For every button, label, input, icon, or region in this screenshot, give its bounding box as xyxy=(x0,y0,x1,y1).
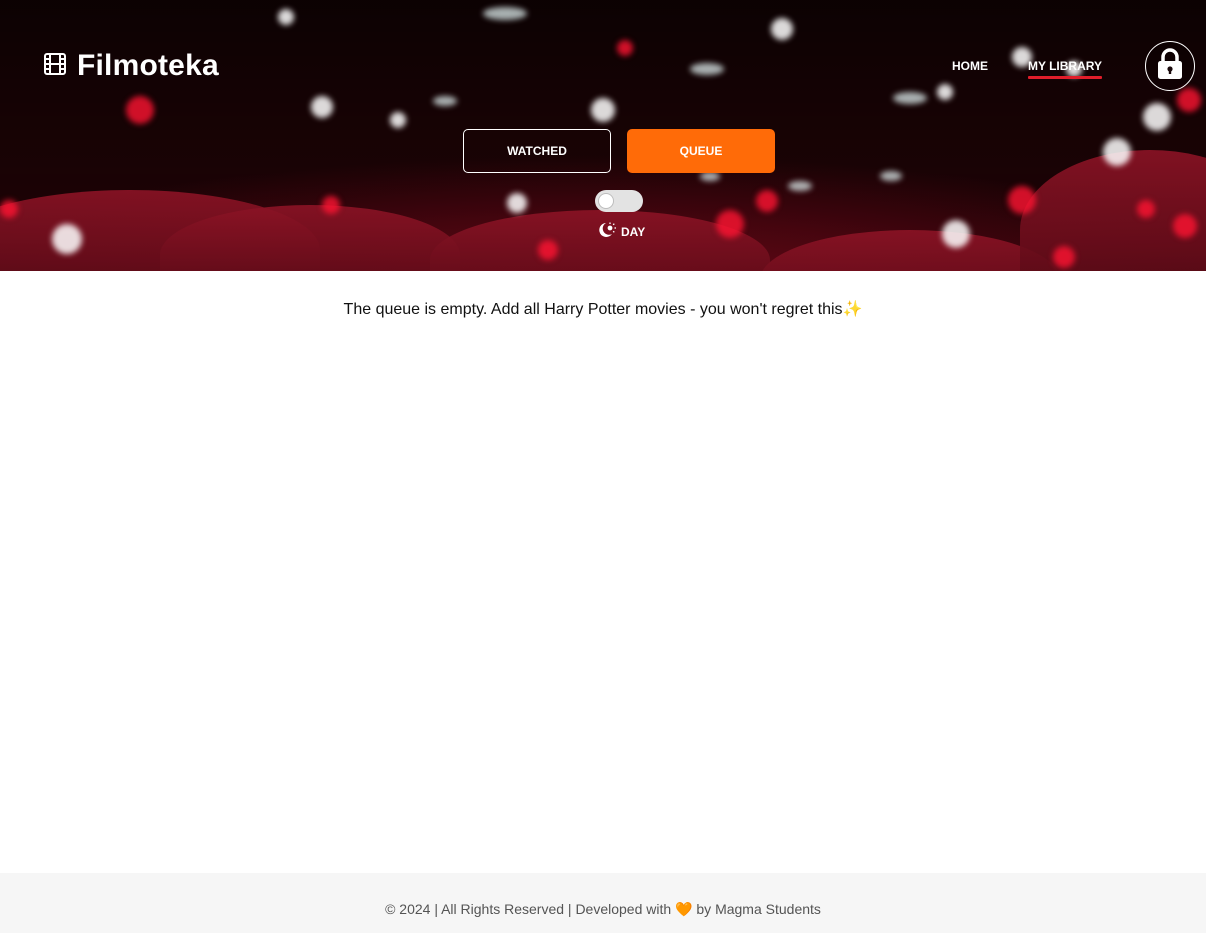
sparkles-emoji: ✨ xyxy=(842,301,863,318)
bokeh-light xyxy=(716,210,744,238)
page: Filmoteka HOME MY LIBRARY WATCHED QUEUE xyxy=(0,0,1206,933)
bokeh-light xyxy=(937,84,953,100)
bokeh-light xyxy=(52,224,82,254)
bokeh-light xyxy=(278,9,294,25)
footer-text: © 2024 | All Rights Reserved | Developed… xyxy=(0,901,1206,918)
bokeh-light xyxy=(126,96,154,124)
bokeh-light xyxy=(942,220,970,248)
bokeh-light xyxy=(756,190,778,212)
footer-team-link[interactable]: by Magma Students xyxy=(696,901,821,917)
bokeh-light xyxy=(483,7,527,20)
seat-row-decoration xyxy=(760,230,1060,271)
bokeh-light xyxy=(700,172,720,181)
theme-label-text: DAY xyxy=(621,224,646,239)
moon-sun-icon xyxy=(597,221,617,242)
login-lock-button[interactable] xyxy=(1145,41,1195,91)
nav-home-link[interactable]: HOME xyxy=(952,59,988,79)
bokeh-light xyxy=(507,193,527,213)
footer-copyright: © 2024 | All Rights Reserved | Developed… xyxy=(385,901,672,917)
bokeh-light xyxy=(390,112,406,128)
lock-icon xyxy=(1155,47,1185,85)
bokeh-light xyxy=(617,40,633,56)
bokeh-light xyxy=(788,181,812,191)
watched-button[interactable]: WATCHED xyxy=(463,129,611,173)
bokeh-light xyxy=(538,240,558,260)
theme-label: DAY xyxy=(597,221,645,242)
seat-row-decoration xyxy=(1020,150,1206,271)
bokeh-light xyxy=(433,96,457,106)
bokeh-light xyxy=(1177,88,1201,112)
bokeh-light xyxy=(1008,186,1036,214)
film-icon xyxy=(43,52,77,81)
bokeh-light xyxy=(690,63,724,75)
footer: © 2024 | All Rights Reserved | Developed… xyxy=(0,873,1206,933)
bokeh-light xyxy=(1103,138,1131,166)
bokeh-light xyxy=(880,171,902,181)
logo-link[interactable]: Filmoteka xyxy=(43,49,219,83)
empty-queue-message: The queue is empty. Add all Harry Potter… xyxy=(0,299,1206,319)
empty-queue-text: The queue is empty. Add all Harry Potter… xyxy=(343,301,843,318)
bokeh-light xyxy=(1143,103,1171,131)
main-nav: HOME MY LIBRARY xyxy=(952,59,1103,79)
library-tabs: WATCHED QUEUE xyxy=(463,129,775,173)
bokeh-light xyxy=(893,92,927,104)
bokeh-light xyxy=(591,98,615,122)
bokeh-light xyxy=(0,200,18,218)
bokeh-light xyxy=(1173,214,1197,238)
header-hero: Filmoteka HOME MY LIBRARY WATCHED QUEUE xyxy=(0,0,1206,271)
nav-my-library-link[interactable]: MY LIBRARY xyxy=(1027,59,1103,79)
heart-icon: 🧡 xyxy=(675,901,693,917)
queue-button[interactable]: QUEUE xyxy=(627,129,775,173)
theme-toggle[interactable] xyxy=(595,190,643,212)
logo-text: Filmoteka xyxy=(77,49,219,82)
bokeh-light xyxy=(311,96,333,118)
bokeh-light xyxy=(1137,200,1155,218)
bokeh-light xyxy=(771,18,793,40)
bokeh-light xyxy=(1053,246,1075,268)
bokeh-light xyxy=(322,196,340,214)
theme-toggle-knob xyxy=(598,193,614,209)
